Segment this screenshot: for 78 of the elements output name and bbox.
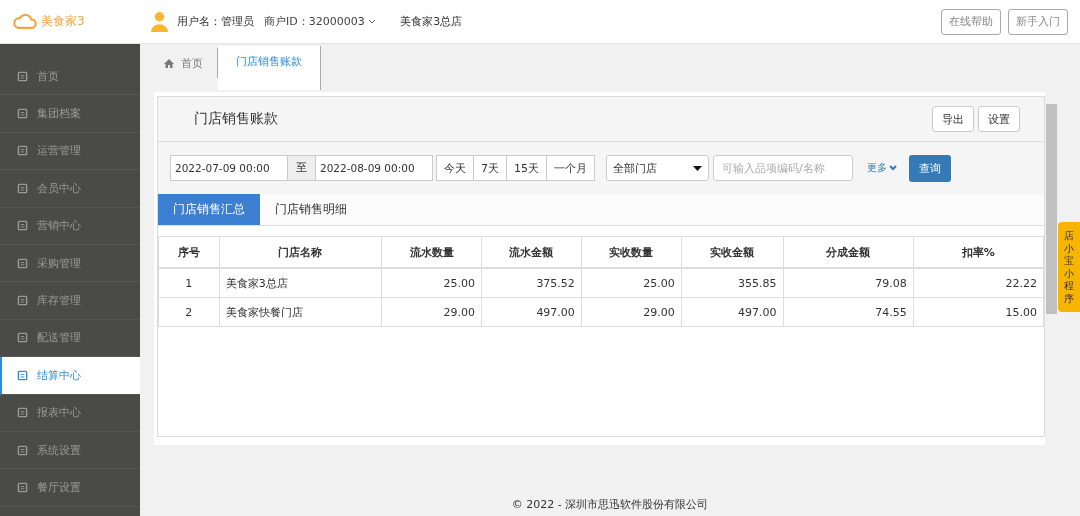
sidebar-item[interactable]: 营销中心	[0, 207, 140, 245]
range-separator: 至	[288, 155, 315, 181]
action-button[interactable]: 设置	[978, 106, 1020, 132]
column-header: 序号	[158, 236, 220, 268]
column-header: 门店名称	[219, 236, 382, 268]
sidebar-item[interactable]: 报表中心	[0, 394, 140, 432]
sidebar-item[interactable]: 集团档案	[0, 95, 140, 133]
menu-icon	[17, 220, 28, 232]
column-header: 扣率%	[913, 236, 1044, 268]
menu-icon	[17, 145, 28, 157]
menu-icon	[17, 482, 28, 493]
table-cell: 25.00	[381, 268, 482, 298]
table-cell: 497.00	[681, 297, 783, 327]
column-header: 分成金额	[783, 236, 914, 268]
table-cell: 25.00	[581, 268, 682, 298]
search-field[interactable]: 可输入品项编码/名称	[713, 155, 853, 181]
table-cell: 29.00	[381, 297, 482, 327]
menu-icon	[17, 444, 28, 456]
column-header: 实收数量	[581, 236, 682, 268]
table-cell: 74.55	[783, 297, 914, 327]
sidebar-item[interactable]: 库存管理	[0, 282, 140, 320]
table-cell: 22.22	[913, 268, 1044, 298]
store-select[interactable]: 全部门店	[606, 155, 709, 181]
more-link[interactable]: 更多	[867, 161, 897, 175]
date-range-button[interactable]: 15天	[506, 155, 547, 181]
header-button[interactable]: 在线帮助	[941, 8, 1001, 35]
sidebar-item[interactable]: 运营管理	[0, 132, 140, 171]
sidebar-item[interactable]: 餐厅设置	[0, 469, 140, 507]
panel-title: 门店销售账款	[194, 110, 278, 128]
menu-icon	[17, 407, 28, 419]
table-cell: 美食家3总店	[219, 268, 382, 298]
logo-text: 美食家3	[41, 13, 85, 30]
user-avatar-icon	[150, 11, 169, 32]
menu-icon	[17, 108, 28, 120]
sub-tab[interactable]: 门店销售明细	[260, 194, 362, 225]
sub-tab[interactable]: 门店销售汇总	[158, 194, 260, 225]
mini-program-tab[interactable]: 店小宝小程序	[1058, 222, 1080, 312]
date-range-button[interactable]: 7天	[473, 155, 507, 181]
column-header: 实收金额	[681, 236, 783, 268]
home-icon	[164, 58, 174, 68]
footer-text: © 2022 - 深圳市思迅软件股份有限公司	[510, 497, 710, 513]
column-header: 流水数量	[381, 236, 482, 268]
table-cell: 79.08	[783, 268, 914, 298]
action-button[interactable]: 导出	[932, 106, 974, 132]
table-cell: 1	[158, 268, 220, 298]
sidebar-item[interactable]: 首页	[0, 58, 140, 96]
header-button[interactable]: 新手入门	[1008, 8, 1068, 35]
table-cell: 375.52	[481, 268, 582, 298]
sidebar-item[interactable]: 会员中心	[0, 170, 140, 208]
menu-icon	[17, 369, 28, 381]
menu-icon	[17, 182, 28, 194]
sidebar-item[interactable]: 系统设置	[0, 431, 140, 470]
caret-icon	[693, 165, 702, 171]
chevron-down-icon	[368, 19, 377, 25]
date-range-button[interactable]: 一个月	[546, 155, 595, 181]
table-cell: 29.00	[581, 297, 682, 327]
user-name: 用户名：管理员	[177, 14, 254, 29]
end-date-field[interactable]: 2022-08-09 00:00	[315, 155, 433, 181]
start-date-field[interactable]: 2022-07-09 00:00	[170, 155, 288, 181]
menu-icon	[17, 295, 28, 307]
date-range-button[interactable]: 今天	[436, 155, 474, 181]
table-cell: 15.00	[913, 297, 1044, 327]
store-name: 美食家3总店	[400, 14, 463, 29]
merchant-id-dropdown[interactable]: 商户ID：32000003	[264, 14, 377, 29]
query-button[interactable]: 查询	[909, 154, 951, 182]
table-cell: 2	[158, 297, 220, 327]
menu-icon	[17, 70, 28, 82]
table-cell: 355.85	[681, 268, 783, 298]
sidebar-item[interactable]: 结算中心	[0, 357, 140, 395]
menu-icon	[17, 332, 28, 344]
column-header: 流水金额	[481, 236, 582, 268]
table-cell: 497.00	[481, 297, 582, 327]
menu-icon	[17, 257, 28, 269]
page-tab[interactable]: 门店销售账款	[218, 46, 321, 90]
sidebar-item[interactable]: 采购管理	[0, 244, 140, 283]
cloud-logo-icon	[12, 13, 38, 30]
table-cell: 美食家快餐门店	[219, 297, 382, 327]
chevron-down-icon	[889, 165, 897, 171]
